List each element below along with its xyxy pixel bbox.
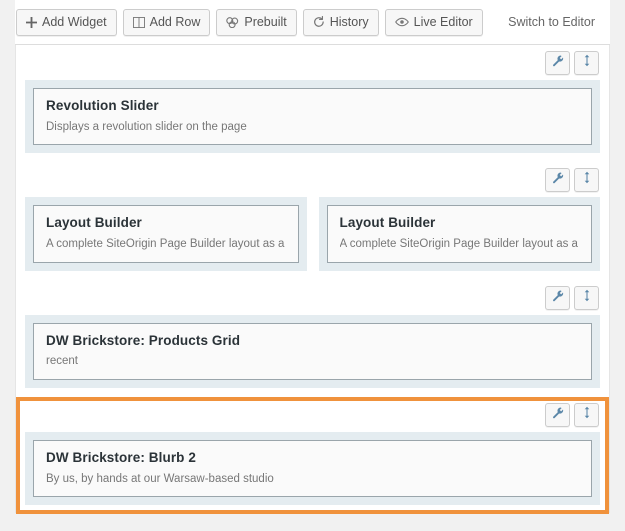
wrench-icon xyxy=(552,406,564,424)
wrench-icon xyxy=(552,171,564,189)
history-icon xyxy=(313,16,325,28)
row-settings-button[interactable] xyxy=(545,51,570,75)
row-move-handle[interactable] xyxy=(574,168,599,193)
history-label: History xyxy=(329,14,369,29)
widget-description: A complete SiteOrigin Page Builder layou… xyxy=(339,238,578,251)
row-cell[interactable]: Layout Builder A complete SiteOrigin Pag… xyxy=(318,197,600,271)
eye-icon xyxy=(394,17,409,27)
page-builder-screen: Add Widget Add Row Prebuilt History Live… xyxy=(0,0,625,531)
add-widget-button[interactable]: Add Widget xyxy=(16,8,117,36)
widget-title: Layout Builder xyxy=(46,215,142,231)
builder-rows-container: Revolution Slider Displays a revolution … xyxy=(15,45,610,514)
widget-item[interactable]: Layout Builder A complete SiteOrigin Pag… xyxy=(33,205,299,263)
builder-row[interactable]: Layout Builder A complete SiteOrigin Pag… xyxy=(16,162,609,279)
row-cells: Layout Builder A complete SiteOrigin Pag… xyxy=(25,197,600,271)
page-builder-toolbar: Add Widget Add Row Prebuilt History Live… xyxy=(15,0,610,45)
row-settings-button[interactable] xyxy=(545,168,570,193)
row-cell[interactable]: DW Brickstore: Products Grid recent xyxy=(25,314,600,388)
widget-description: Displays a revolution slider on the page xyxy=(46,120,247,133)
row-move-handle[interactable] xyxy=(574,51,599,75)
widget-item[interactable]: Revolution Slider Displays a revolution … xyxy=(33,88,592,146)
row-cell[interactable]: Revolution Slider Displays a revolution … xyxy=(25,80,600,154)
live-editor-button[interactable]: Live Editor xyxy=(384,8,483,36)
history-button[interactable]: History xyxy=(302,8,379,36)
add-widget-label: Add Widget xyxy=(42,14,107,29)
add-row-button[interactable]: Add Row xyxy=(122,8,211,36)
row-action-buttons xyxy=(25,168,600,193)
row-action-buttons xyxy=(25,402,600,428)
widget-item[interactable]: DW Brickstore: Products Grid recent xyxy=(33,322,592,380)
row-action-buttons xyxy=(25,285,600,311)
move-vertical-icon xyxy=(583,171,591,189)
row-action-buttons xyxy=(25,51,600,76)
clone-icon xyxy=(226,16,239,28)
prebuilt-label: Prebuilt xyxy=(244,14,287,29)
builder-row[interactable]: DW Brickstore: Products Grid recent xyxy=(16,280,609,397)
wrench-icon xyxy=(552,54,564,72)
move-vertical-icon xyxy=(583,289,591,307)
row-settings-button[interactable] xyxy=(545,285,570,310)
live-editor-label: Live Editor xyxy=(413,14,473,29)
move-vertical-icon xyxy=(583,406,591,424)
widget-title: DW Brickstore: Products Grid xyxy=(46,332,241,348)
prebuilt-button[interactable]: Prebuilt xyxy=(216,8,297,36)
move-vertical-icon xyxy=(583,54,591,72)
row-move-handle[interactable] xyxy=(574,402,599,427)
widget-description: recent xyxy=(46,355,78,368)
widget-description: A complete SiteOrigin Page Builder layou… xyxy=(46,238,285,251)
columns-icon xyxy=(132,16,145,28)
builder-row[interactable]: Revolution Slider Displays a revolution … xyxy=(16,45,609,162)
row-cell[interactable]: DW Brickstore: Blurb 2 By us, by hands a… xyxy=(25,431,600,505)
plus-icon xyxy=(26,16,37,28)
row-move-handle[interactable] xyxy=(574,285,599,310)
widget-title: Layout Builder xyxy=(339,215,436,231)
widget-title: Revolution Slider xyxy=(46,98,159,113)
widget-description: By us, by hands at our Warsaw-based stud… xyxy=(46,472,274,485)
switch-to-editor-link[interactable]: Switch to Editor xyxy=(508,15,600,29)
widget-title: DW Brickstore: Blurb 2 xyxy=(46,449,196,465)
row-cell[interactable]: Layout Builder A complete SiteOrigin Pag… xyxy=(25,197,307,271)
row-cells: Revolution Slider Displays a revolution … xyxy=(25,80,600,154)
widget-item[interactable]: Layout Builder A complete SiteOrigin Pag… xyxy=(326,205,592,263)
row-settings-button[interactable] xyxy=(545,402,570,427)
wrench-icon xyxy=(552,289,564,307)
row-cells: DW Brickstore: Products Grid recent xyxy=(25,314,600,388)
add-row-label: Add Row xyxy=(149,14,201,29)
widget-item[interactable]: DW Brickstore: Blurb 2 By us, by hands a… xyxy=(33,439,592,497)
builder-row-selected[interactable]: DW Brickstore: Blurb 2 By us, by hands a… xyxy=(16,396,609,514)
row-cells: DW Brickstore: Blurb 2 By us, by hands a… xyxy=(25,431,600,505)
